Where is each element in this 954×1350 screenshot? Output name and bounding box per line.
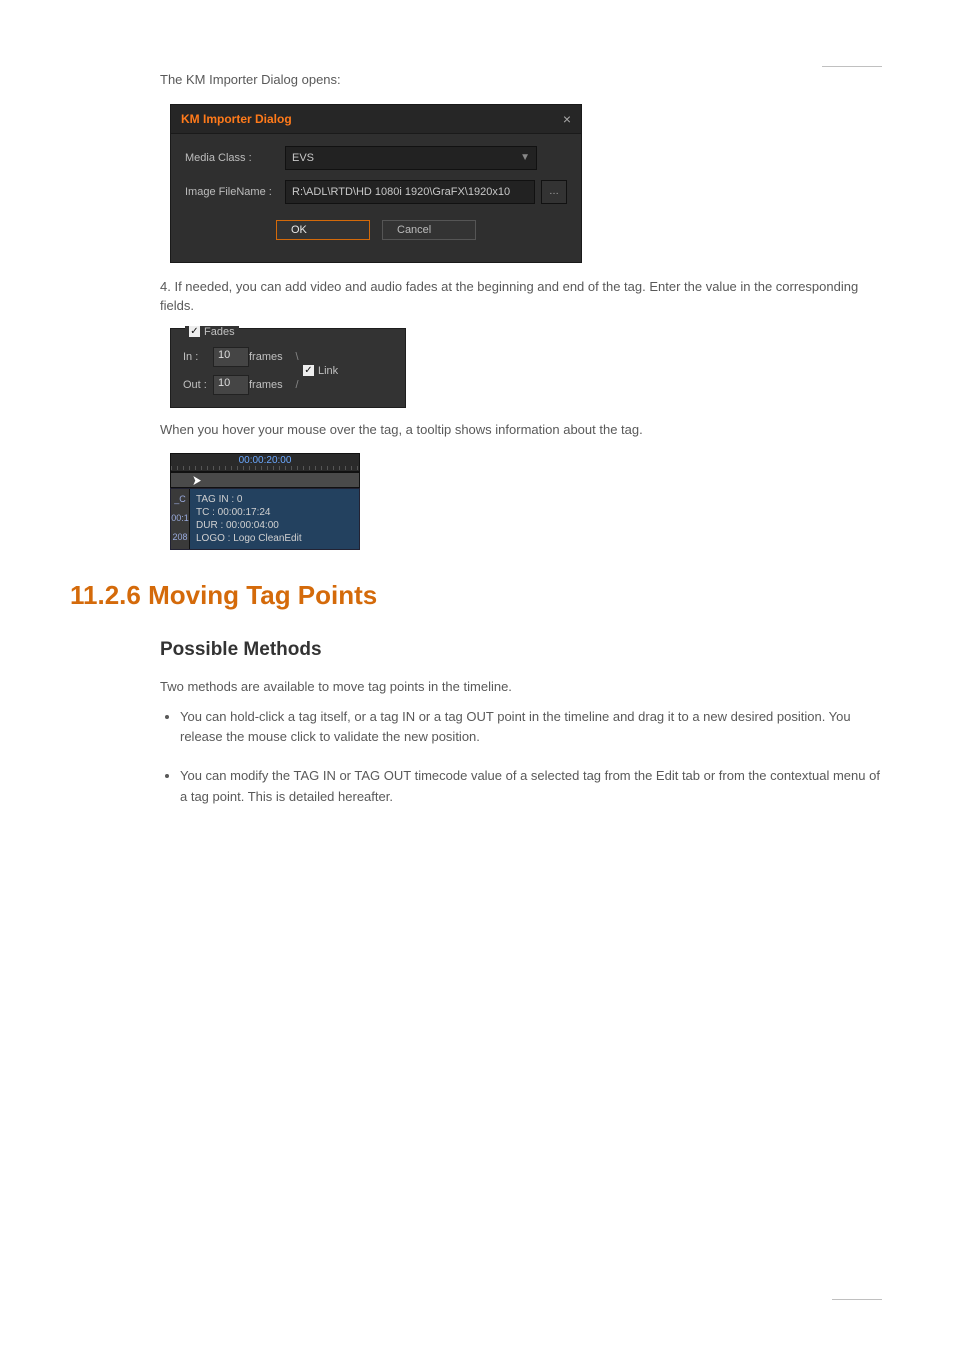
link-label: Link [318,365,338,377]
ruler-timecode: 00:00:20:00 [239,455,292,466]
cursor-icon: ➤ [192,472,201,489]
tooltip-tc: TC : 00:00:17:24 [196,506,302,519]
fade-out-label: Out : [183,379,213,391]
link-checkbox[interactable]: ✓ [303,365,314,376]
tooltip-tag-in: TAG IN : 0 [196,493,302,506]
fades-checkbox[interactable]: ✓ [189,326,200,337]
paragraph-fades: 4. If needed, you can add video and audi… [160,277,884,316]
dialog-titlebar: KM Importer Dialog × [171,105,581,134]
page-header-right [822,62,882,67]
frames-label-in: frames [249,351,291,363]
fade-in-input[interactable]: 10 [213,347,249,367]
tag-tooltip: _C 00:1 208 TAG IN : 0 TC : 00:00:17:24 … [170,488,360,550]
km-importer-dialog: KM Importer Dialog × Media Class : EVS ▼… [170,104,582,263]
frames-label-out: frames [249,379,291,391]
timeline-track: ➤ [170,472,360,488]
image-filename-label: Image FileName : [185,186,285,198]
link-group: ✓ Link [303,365,393,377]
browse-button[interactable]: … [541,180,567,204]
media-class-value: EVS [292,152,314,164]
paragraph-moving-intro: Two methods are available to move tag po… [160,677,884,697]
fade-out-input[interactable]: 10 [213,375,249,395]
link-slash-bottom: / [291,379,303,391]
fades-legend: ✓ Fades [185,326,239,338]
cancel-button[interactable]: Cancel [382,220,476,240]
list-item: You can hold-click a tag itself, or a ta… [180,707,884,749]
methods-list: You can hold-click a tag itself, or a ta… [160,707,884,808]
dialog-title: KM Importer Dialog [181,112,292,126]
fades-label: Fades [204,326,235,338]
ok-button[interactable]: OK [276,220,370,240]
heading-possible-methods: Possible Methods [160,639,884,661]
chevron-down-icon: ▼ [520,152,530,163]
list-item: You can modify the TAG IN or TAG OUT tim… [180,766,884,808]
heading-moving-tags: 11.2.6 Moving Tag Points [70,580,884,611]
paragraph-tooltip: When you hover your mouse over the tag, … [160,420,884,440]
tooltip-dur: DUR : 00:00:04:00 [196,519,302,532]
page-footer [832,1299,882,1304]
image-filename-value: R:\ADL\RTD\HD 1080i 1920\GraFX\1920x10 [292,186,510,198]
link-slash-top: \ [291,351,303,363]
fade-in-label: In : [183,351,213,363]
dialog-body: Media Class : EVS ▼ Image FileName : R:\… [171,134,581,262]
timeline-ruler: 00:00:20:00 [170,453,360,472]
media-class-select[interactable]: EVS ▼ [285,146,537,170]
close-icon[interactable]: × [563,111,571,127]
timeline-tooltip-figure: 00:00:20:00 ➤ _C 00:1 208 TAG IN : 0 TC … [170,453,360,550]
image-filename-input[interactable]: R:\ADL\RTD\HD 1080i 1920\GraFX\1920x10 [285,180,535,204]
fades-panel: ✓ Fades In : 10 frames \ ✓ Link Out : 10… [170,328,406,408]
media-class-label: Media Class : [185,152,285,164]
tooltip-left-gutter: _C 00:1 208 [171,489,190,549]
tooltip-logo: LOGO : Logo CleanEdit [196,532,302,545]
paragraph-dialog-intro: The KM Importer Dialog opens: [160,70,884,90]
